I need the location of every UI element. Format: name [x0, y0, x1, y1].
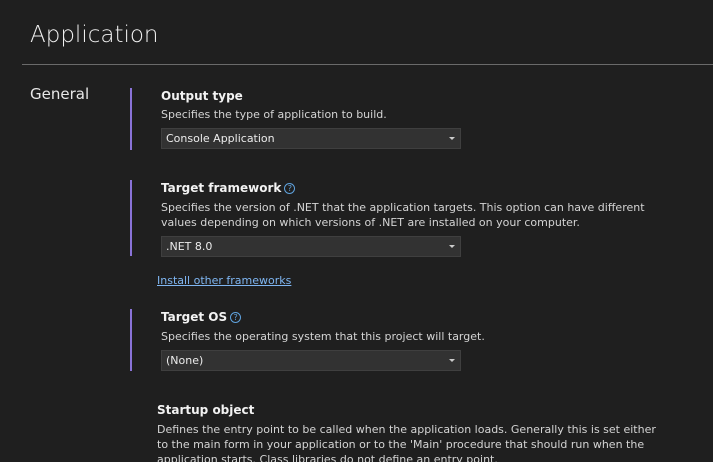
target-framework-dropdown[interactable]: .NET 8.0: [161, 236, 461, 257]
chevron-down-icon: [449, 137, 455, 140]
target-os-accent-bar: [130, 309, 132, 371]
startup-object-description: Defines the entry point to be called whe…: [157, 423, 656, 462]
help-icon[interactable]: ?: [230, 312, 242, 323]
output-type-label: Output type: [161, 88, 243, 104]
target-os-description: Specifies the operating system that this…: [161, 330, 485, 343]
section-name-general: General: [30, 85, 90, 103]
target-os-label: Target OS?: [161, 309, 242, 325]
target-framework-label: Target framework?: [161, 180, 296, 196]
target-os-dropdown[interactable]: (None): [161, 350, 461, 371]
target-framework-selected-value: .NET 8.0: [166, 240, 213, 253]
output-type-dropdown[interactable]: Console Application: [161, 128, 461, 149]
page-title: Application: [30, 22, 159, 48]
output-type-accent-bar: [130, 88, 132, 150]
target-framework-accent-bar: [130, 180, 132, 256]
help-icon[interactable]: ?: [284, 183, 296, 194]
target-framework-description: Specifies the version of .NET that the a…: [161, 201, 645, 229]
chevron-down-icon: [449, 359, 455, 362]
startup-object-label: Startup object: [157, 402, 254, 418]
startup-object-label-text: Startup object: [157, 403, 255, 417]
output-type-label-text: Output type: [161, 89, 243, 103]
output-type-selected-value: Console Application: [166, 132, 275, 145]
target-os-label-text: Target OS: [161, 310, 228, 324]
target-os-selected-value: (None): [166, 354, 204, 367]
output-type-description: Specifies the type of application to bui…: [161, 108, 387, 121]
chevron-down-icon: [449, 245, 455, 248]
target-framework-label-text: Target framework: [161, 181, 282, 195]
install-other-frameworks-link[interactable]: Install other frameworks: [157, 273, 291, 288]
title-divider: [22, 64, 713, 65]
